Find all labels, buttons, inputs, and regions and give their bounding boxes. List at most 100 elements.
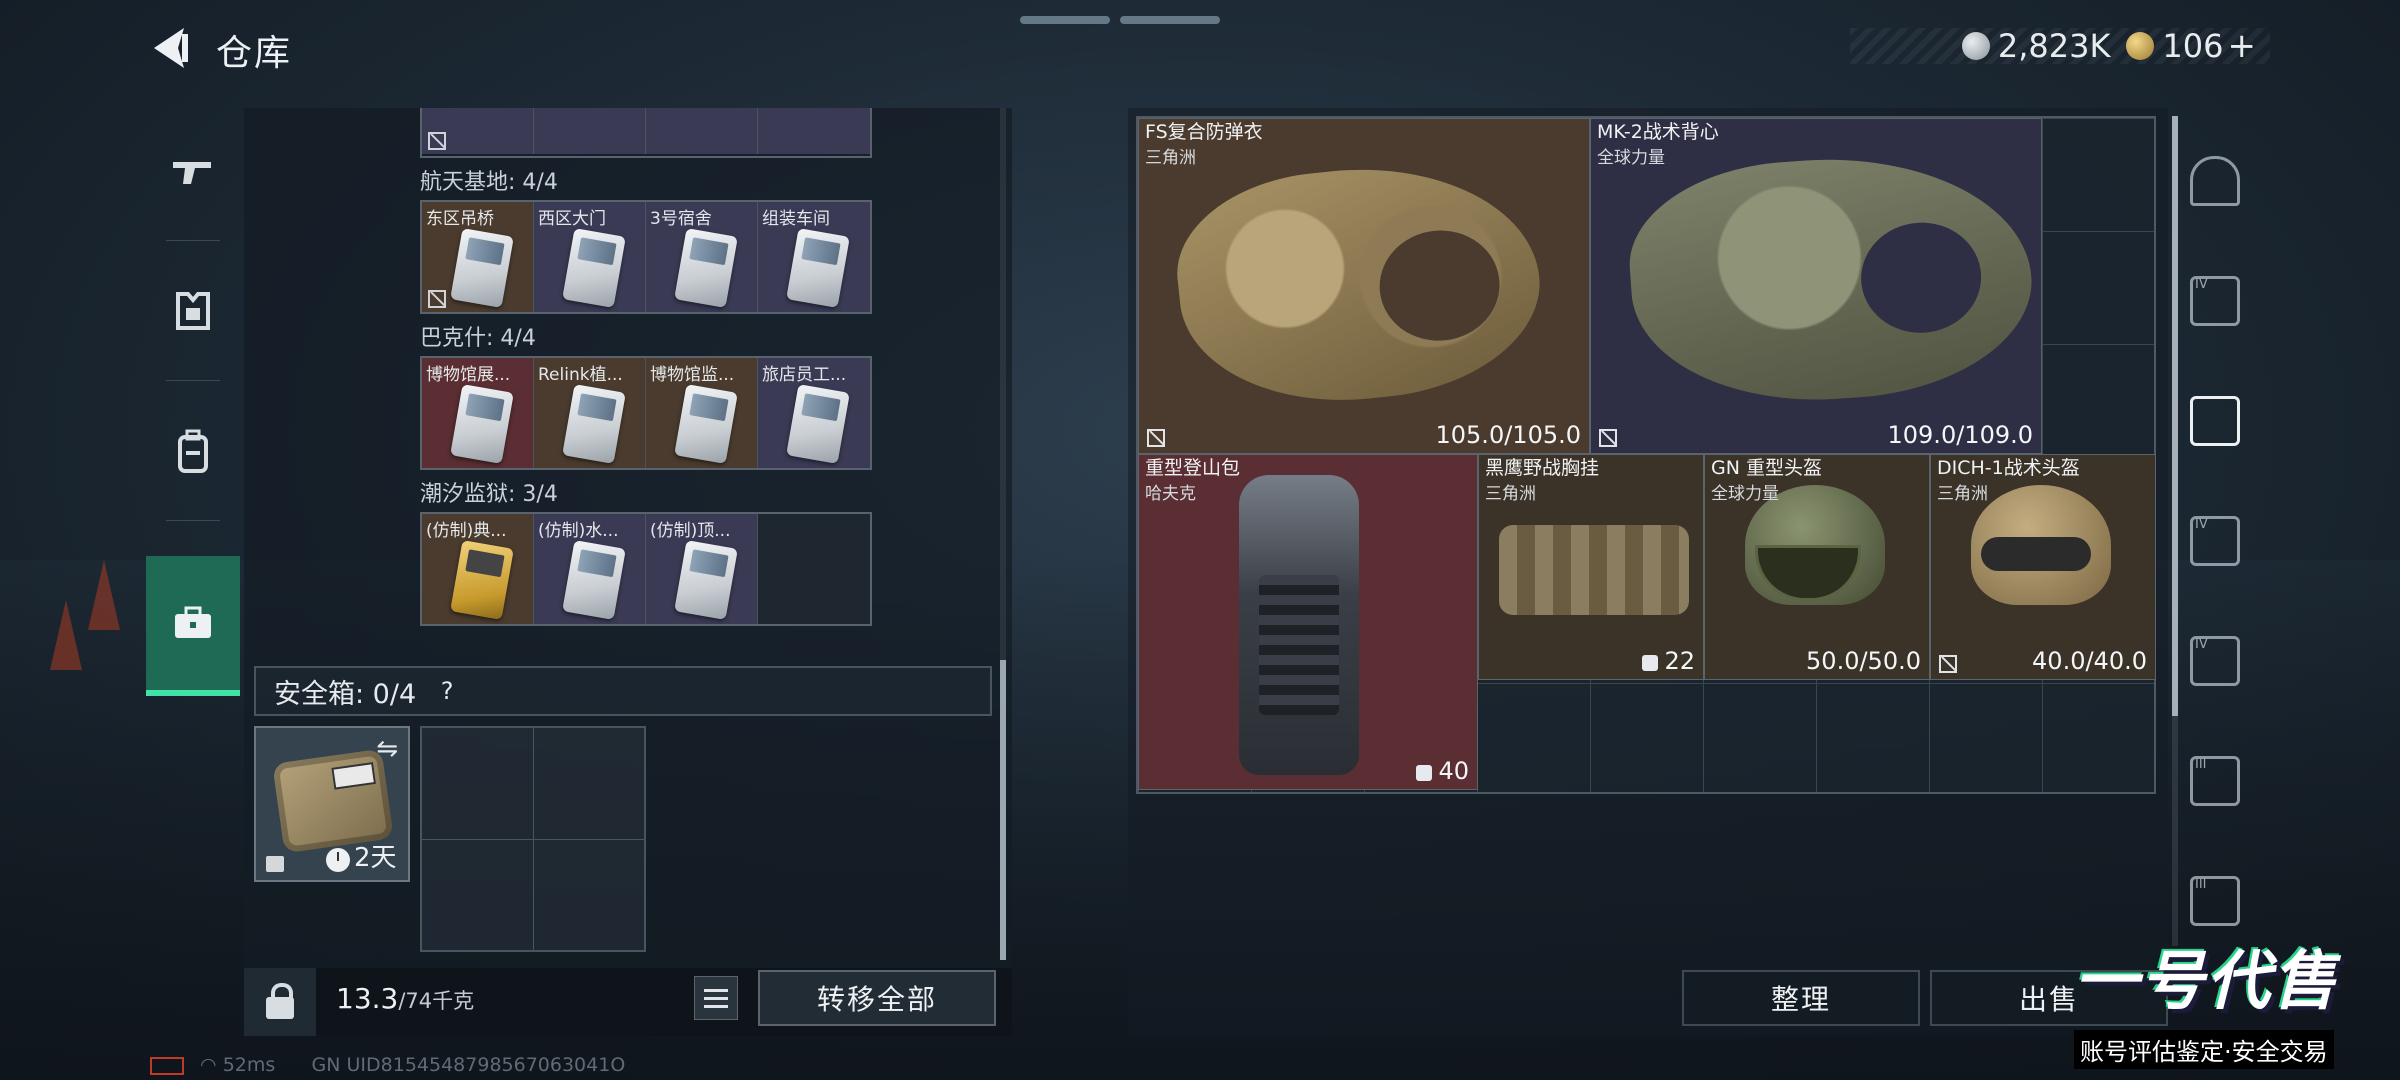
equip-item-mk2-vest[interactable]: MK-2战术背心 全球力量 109.0/109.0 <box>1590 118 2042 454</box>
no-bag-flag-icon <box>1939 655 1957 673</box>
no-bag-flag-icon <box>428 290 446 308</box>
misc-slot-icon[interactable]: III <box>2190 876 2240 926</box>
nav-divider <box>166 520 220 521</box>
add-currency-button[interactable]: + <box>2228 26 2257 66</box>
safebox-slots[interactable] <box>420 726 646 952</box>
key-name: 西区大门 <box>538 209 606 229</box>
body-armor-icon <box>1167 150 1551 418</box>
key-name: Relink植... <box>538 365 623 385</box>
case-slot-icon[interactable]: IV <box>2190 636 2240 686</box>
key-item[interactable]: (仿制)典... <box>422 514 534 624</box>
key-name: 旅店员工... <box>762 365 847 385</box>
backpack-icon <box>178 429 208 473</box>
list-icon <box>704 988 728 992</box>
item-name: GN 重型头盔 <box>1711 457 1822 479</box>
keycard-icon <box>562 228 626 308</box>
key-item[interactable]: 旅店员工... <box>758 358 870 468</box>
keycard-icon <box>786 228 850 308</box>
key-name: 3号宿舍 <box>650 209 712 229</box>
item-name: 重型登山包 <box>1145 457 1241 479</box>
gun-icon <box>173 162 211 184</box>
carry-weight: 13.3/74千克 <box>336 982 474 1015</box>
keycard-icon <box>450 384 514 464</box>
key-item[interactable]: 3号宿舍 <box>646 202 758 312</box>
key-item[interactable]: Relink植... <box>534 358 646 468</box>
box-slot-icon[interactable]: III <box>2190 756 2240 806</box>
item-durability: 109.0/109.0 <box>1887 421 2034 449</box>
equip-item-gn-helmet[interactable]: GN 重型头盔 全球力量 50.0/50.0 <box>1704 454 1930 680</box>
helmet-slot-icon[interactable] <box>2190 156 2240 206</box>
gold-currency[interactable]: 106 + <box>2126 26 2256 66</box>
armor-slot-icon[interactable] <box>2190 396 2240 446</box>
group-label-bakhsh: 巴克什: 4/4 <box>420 326 536 351</box>
help-button[interactable]: ? <box>430 674 464 708</box>
key-slot[interactable] <box>422 108 534 154</box>
key-group-space-base: 东区吊桥 西区大门 3号宿舍 组装车间 <box>420 200 872 314</box>
item-maker: 三角洲 <box>1937 484 1988 504</box>
keycard-icon <box>450 228 514 308</box>
partial-key-row <box>420 108 872 158</box>
key-slot[interactable] <box>646 108 758 154</box>
silver-amount: 2,823K <box>1997 27 2111 65</box>
backpack-icon <box>1239 475 1359 775</box>
back-arrow-icon[interactable] <box>148 26 190 70</box>
safebox-case[interactable]: ⇋ 2天 <box>254 726 410 882</box>
weight-capacity: /74千克 <box>398 989 475 1013</box>
nav-weapons[interactable] <box>146 106 240 236</box>
key-item[interactable]: 组装车间 <box>758 202 870 312</box>
player-uid: GN UID8154548798567063041O <box>311 1054 626 1076</box>
currency-bar: 2,823K 106 + <box>1850 26 2270 66</box>
item-maker: 全球力量 <box>1597 148 1665 168</box>
silver-currency: 2,823K <box>1961 27 2111 65</box>
equip-item-chest-rig[interactable]: 黑鹰野战胸挂 三角洲 22 <box>1478 454 1704 680</box>
keycard-icon <box>674 384 738 464</box>
empty-key-slot[interactable] <box>758 514 870 624</box>
key-item[interactable]: 东区吊桥 <box>422 202 534 312</box>
key-slot[interactable] <box>758 108 870 154</box>
wifi-icon: ◠ <box>200 1054 217 1076</box>
keycard-icon <box>562 540 626 620</box>
gear-slot-icon[interactable]: IV <box>2190 516 2240 566</box>
page-title: 仓库 <box>216 33 293 74</box>
key-name: 博物馆监... <box>650 365 735 385</box>
item-maker: 三角洲 <box>1145 148 1196 168</box>
lock-button[interactable] <box>244 968 316 1036</box>
equip-item-dich-helmet[interactable]: DICH-1战术头盔 三角洲 40.0/40.0 <box>1930 454 2156 680</box>
key-item[interactable]: 博物馆展... <box>422 358 534 468</box>
item-capacity: 40 <box>1416 757 1469 785</box>
key-item[interactable]: 西区大门 <box>534 202 646 312</box>
key-name: (仿制)典... <box>426 521 507 541</box>
no-bag-flag-icon <box>1147 429 1165 447</box>
key-slot[interactable] <box>534 108 646 154</box>
watermark-subtitle: 账号评估鉴定·安全交易 <box>2074 1030 2334 1069</box>
key-name: 东区吊桥 <box>426 209 494 229</box>
transfer-all-button[interactable]: 转移全部 <box>758 970 996 1026</box>
ceiling-light <box>1120 16 1220 24</box>
item-durability: 40.0/40.0 <box>2032 647 2147 675</box>
nav-backpack[interactable] <box>146 386 240 516</box>
equip-item-fs-vest[interactable]: FS复合防弹衣 三角洲 105.0/105.0 <box>1138 118 1590 454</box>
key-name: 组装车间 <box>762 209 830 229</box>
nav-divider <box>166 380 220 381</box>
equip-item-backpack[interactable]: 重型登山包 哈夫克 40 <box>1138 454 1478 790</box>
nav-armor[interactable] <box>146 246 240 376</box>
ping-value: 52ms <box>222 1054 276 1076</box>
equipment-scroll-thumb[interactable] <box>2172 116 2178 716</box>
briefcase-icon <box>175 606 211 638</box>
key-item[interactable]: 博物馆监... <box>646 358 758 468</box>
nav-keys[interactable] <box>146 556 240 696</box>
folder-slot-icon[interactable]: IV <box>2190 276 2240 326</box>
warehouse-scroll-thumb[interactable] <box>1000 660 1006 960</box>
key-item[interactable]: (仿制)水... <box>534 514 646 624</box>
safebox-days-remaining: 2天 <box>354 843 397 873</box>
sort-button[interactable]: 整理 <box>1682 970 1920 1026</box>
key-group-tidal-prison: (仿制)典... (仿制)水... (仿制)顶... <box>420 512 872 626</box>
padlock-icon <box>266 983 294 1019</box>
key-item[interactable]: (仿制)顶... <box>646 514 758 624</box>
seller-watermark: 一号代售 账号评估鉴定·安全交易 <box>2070 930 2400 1080</box>
key-name: (仿制)水... <box>538 521 619 541</box>
list-view-button[interactable] <box>694 976 738 1020</box>
swap-icon[interactable]: ⇋ <box>376 734 398 764</box>
item-maker: 三角洲 <box>1485 484 1536 504</box>
keycard-icon <box>562 384 626 464</box>
